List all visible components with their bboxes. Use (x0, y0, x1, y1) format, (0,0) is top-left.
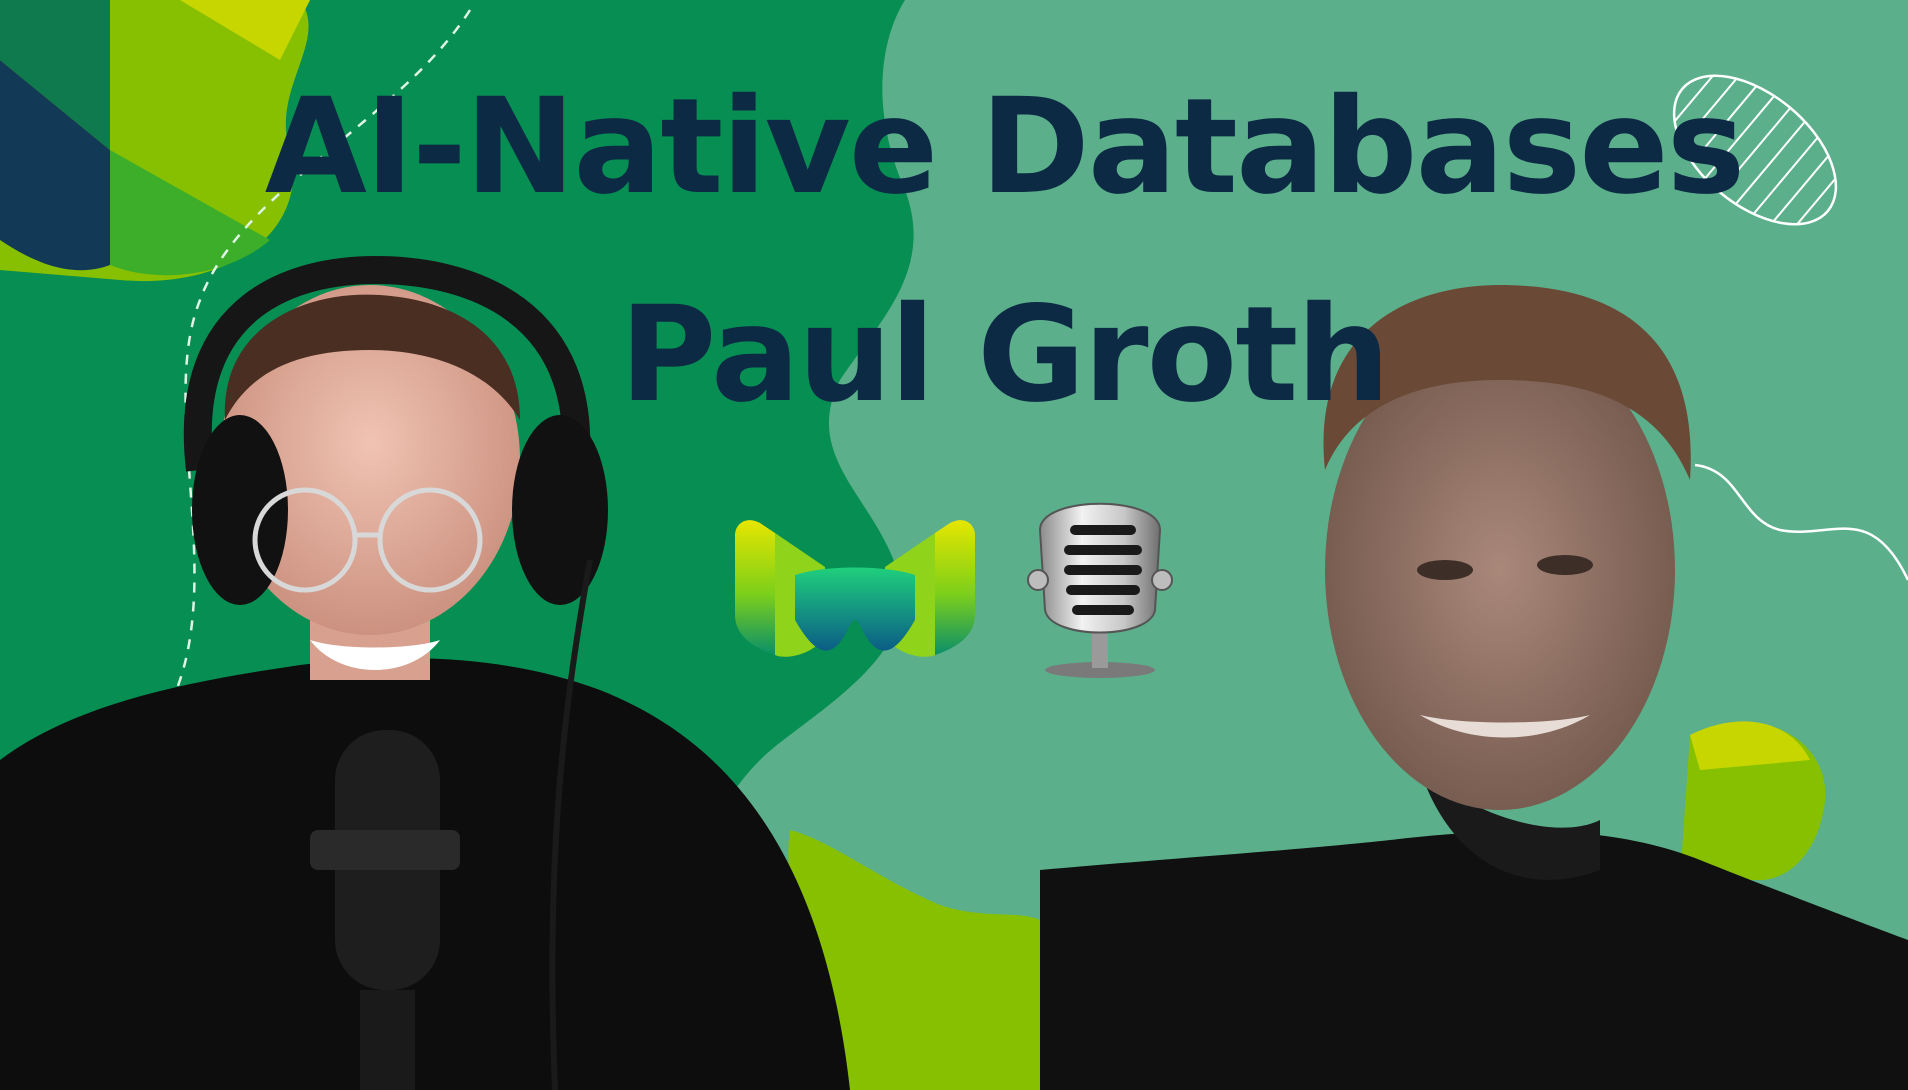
white-wave (1694, 463, 1908, 581)
title-line-2: Paul Groth (619, 278, 1391, 432)
title-line-1: AI-Native Databases (264, 70, 1746, 224)
thumbnail-stage: AI-Native Databases Paul Groth (0, 0, 1908, 1090)
microphone-icon (1027, 502, 1173, 678)
